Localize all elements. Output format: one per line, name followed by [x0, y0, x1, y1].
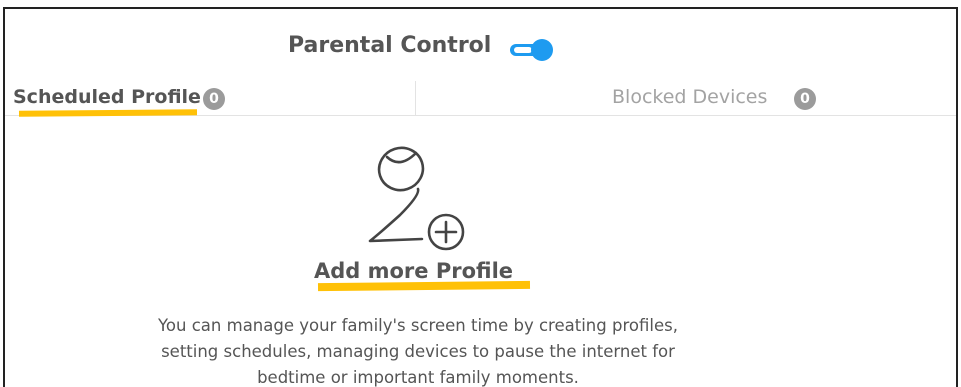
empty-state: Add more Profile You can manage your fam… — [5, 127, 956, 387]
tab-blocked-devices[interactable]: Blocked Devices 0 — [416, 81, 956, 115]
add-more-profile-link[interactable]: Add more Profile — [314, 257, 554, 293]
add-profile-illustration-svg — [368, 146, 465, 251]
parental-control-toggle[interactable] — [510, 38, 553, 62]
blocked-devices-count-badge: 0 — [794, 88, 816, 110]
description-line: bedtime or important family moments. — [257, 368, 579, 387]
page-title: Parental Control — [288, 33, 492, 58]
tab-scheduled-profile-label: Scheduled Profile — [13, 86, 201, 108]
toggle-track-highlight — [514, 47, 532, 53]
empty-state-description: You can manage your family's screen time… — [138, 313, 698, 387]
add-profile-icon[interactable] — [360, 135, 480, 255]
description-line: You can manage your family's screen time… — [158, 316, 678, 335]
parental-control-header: Parental Control — [5, 31, 956, 67]
tab-blocked-devices-label: Blocked Devices — [612, 86, 768, 108]
scheduled-profile-count-badge: 0 — [203, 88, 225, 110]
add-more-profile-title: Add more Profile — [314, 259, 514, 283]
screenshot-frame: Parental Control Scheduled Profile 0 Blo… — [0, 0, 961, 387]
tab-scheduled-profile[interactable]: Scheduled Profile 0 — [5, 81, 416, 117]
description-line: setting schedules, managing devices to p… — [161, 342, 675, 361]
tab-highlight-marker — [18, 109, 198, 117]
parental-control-panel: Parental Control Scheduled Profile 0 Blo… — [3, 7, 958, 387]
profile-tabs: Scheduled Profile 0 Blocked Devices 0 — [5, 81, 956, 117]
toggle-knob — [531, 39, 553, 61]
